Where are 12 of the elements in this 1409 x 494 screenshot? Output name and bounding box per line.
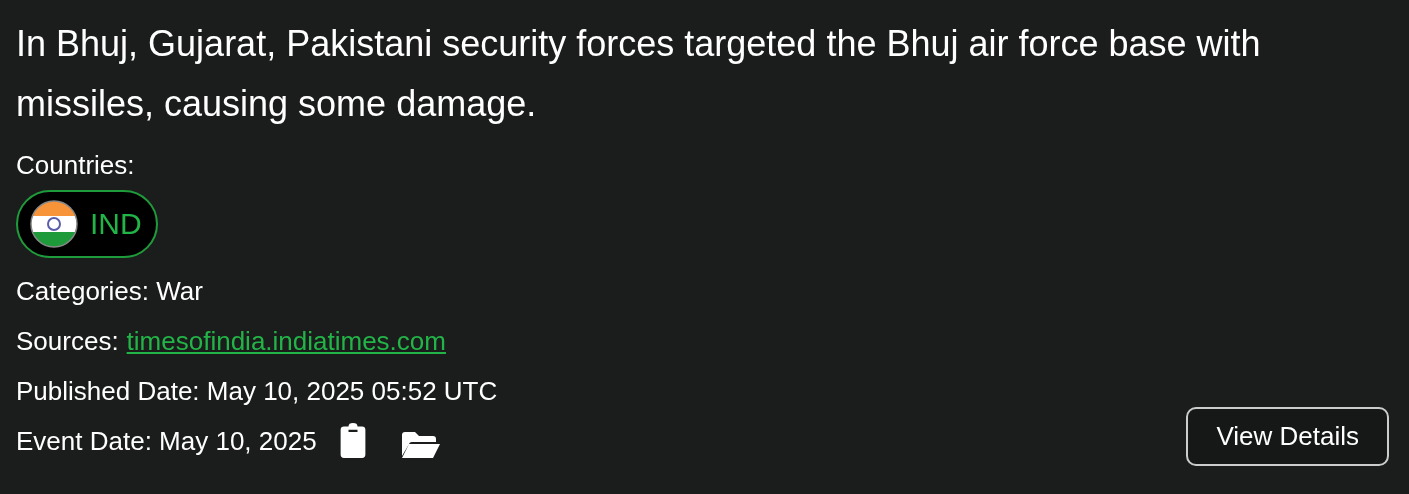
countries-label: Countries: [16,149,135,182]
view-details-button[interactable]: View Details [1186,406,1389,466]
flag-icon [30,200,78,248]
clipboard-icon[interactable] [338,423,367,459]
folder-icon[interactable] [400,431,441,459]
sources-label: Sources: [16,325,119,358]
headline: In Bhuj, Gujarat, Pakistani security forces targeted the Bhuj air force base with missiles, causing some damage. [16,22,1262,126]
country-tag[interactable]: IND [16,190,158,258]
published-date: Published Date: May 10, 2025 05:52 UTC [16,375,498,408]
categories-text: Categories: War [16,275,203,308]
event-date: Event Date: May 10, 2025 [16,425,317,458]
source-link[interactable]: timesofindia.indiatimes.com [126,316,446,366]
